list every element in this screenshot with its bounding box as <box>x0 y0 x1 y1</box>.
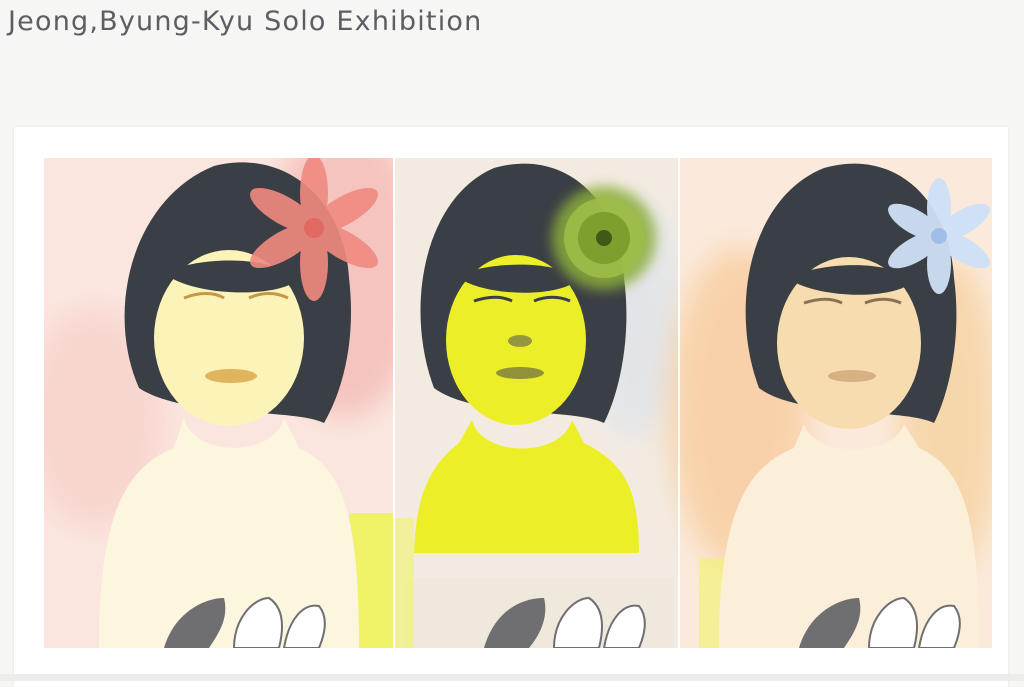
green-flower-icon <box>552 186 656 290</box>
portrait-panel-green <box>394 158 684 648</box>
page-title: Jeong,Byung-Kyu Solo Exhibition <box>8 6 483 37</box>
artwork-frame <box>14 127 1008 687</box>
page-header: Jeong,Byung-Kyu Solo Exhibition <box>8 4 708 44</box>
artwork-triptych <box>44 158 992 648</box>
bottom-bar <box>0 674 1024 681</box>
portrait-panel-pink <box>44 158 424 648</box>
portrait-panel-blue <box>669 158 992 648</box>
